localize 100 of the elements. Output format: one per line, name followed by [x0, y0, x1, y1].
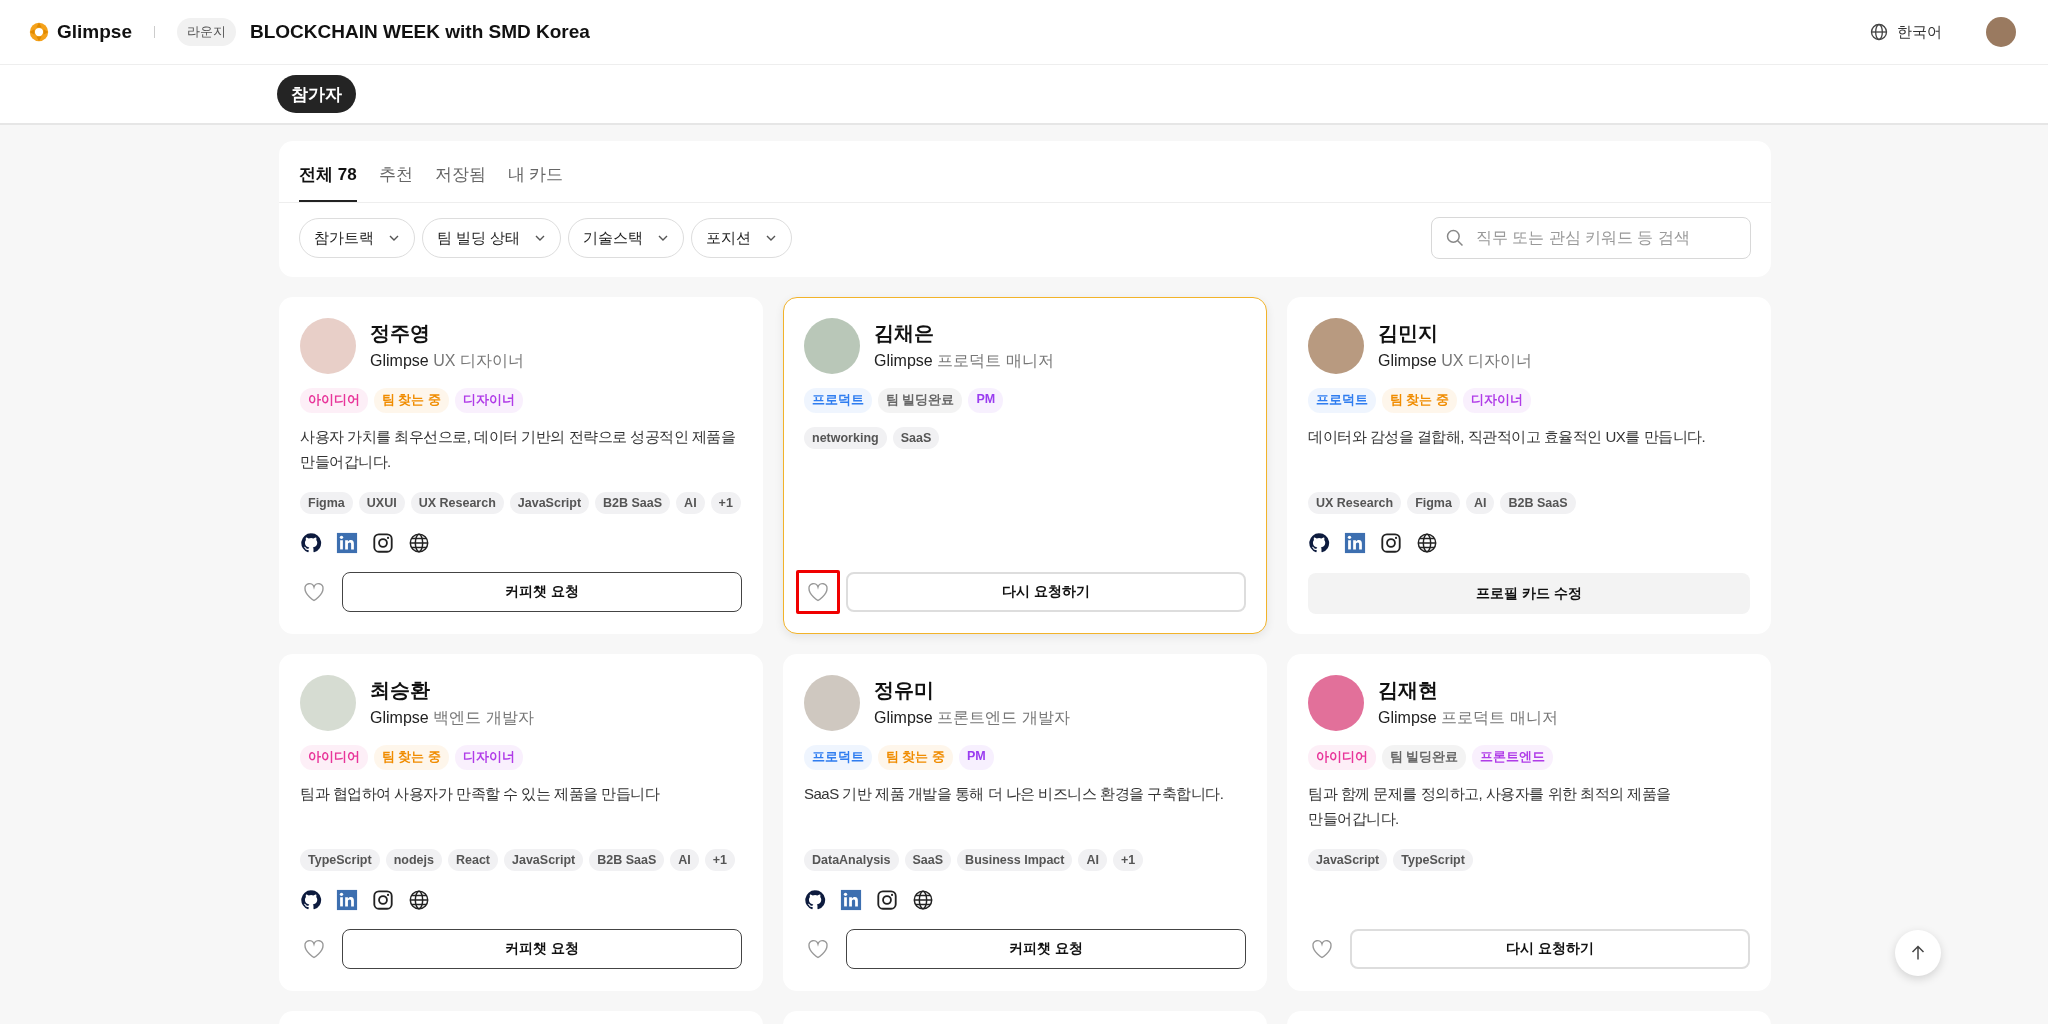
category-tag: 아이디어 [300, 745, 368, 770]
card-action-button[interactable]: 프로필 카드 수정 [1308, 573, 1750, 614]
skill-tag: Figma [300, 492, 353, 514]
category-tag: 팀 찾는 중 [374, 388, 449, 413]
skill-tag: UX Research [410, 492, 504, 514]
profile-card[interactable]: 정주영 Glimpse UX 디자이너 아이디어 팀 찾는 중 디자이너 사용자 가치를 최우선으로, 데이터 기반의 전략으로 성공적인 제품을 만들어갑니다. Figma UXUI UX Research JavaScript B2B SaaS AI +1 커피챗 요청 [279, 297, 763, 634]
category-tag: 아이디어 [300, 388, 368, 413]
skill-tag: TypeScript [300, 849, 380, 871]
tab[interactable]: 내 카드 [507, 163, 564, 202]
instagram-icon[interactable] [1380, 532, 1402, 554]
brand-name[interactable]: Glimpse [57, 21, 132, 43]
instagram-icon[interactable] [372, 889, 394, 911]
skill-tag: JavaScript [1308, 849, 1388, 871]
profile-card[interactable]: 최승환 Glimpse 백엔드 개발자 아이디어 팀 찾는 중 디자이너 팀과 협업하여 사용자가 만족할 수 있는 제품을 만듭니다 TypeScript nodejs React JavaScript B2B SaaS AI +1 커피챗 요청 [279, 654, 763, 991]
avatar [1308, 675, 1364, 731]
profile-card[interactable]: 김재현 Glimpse 프로덕트 매니저 아이디어 팀 빌딩완료 프론트엔드 팀과 함께 문제를 정의하고, 사용자를 위한 최적의 제품을 만들어갑니다. JavaScript TypeScript 다시 요청하기 [1287, 654, 1771, 991]
category-tag: 팀 빌딩완료 [878, 388, 963, 413]
skill-tag: SaaS [904, 849, 952, 871]
person-name: 최승환 [370, 678, 431, 703]
user-avatar[interactable] [1986, 17, 2016, 47]
filter-dropdown[interactable]: 기술스택 [568, 218, 685, 258]
person-role: Glimpse 프로덕트 매니저 [1378, 708, 1558, 728]
github-icon[interactable] [1308, 532, 1330, 554]
filter-dropdown[interactable]: 포지션 [691, 218, 793, 258]
skill-tag: Figma [1407, 492, 1460, 514]
github-icon[interactable] [300, 889, 322, 911]
category-tag: 프로덕트 [804, 388, 872, 413]
avatar [1308, 318, 1364, 374]
heart-icon [302, 937, 326, 961]
skill-tag: AI [676, 492, 705, 514]
avatar [300, 675, 356, 731]
category-tag: 아이디어 [1308, 745, 1376, 770]
skill-tag: +1 [704, 849, 736, 871]
tab[interactable]: 저장됨 [434, 163, 486, 202]
person-role: Glimpse UX 디자이너 [370, 351, 524, 371]
skill-tag: TypeScript [1393, 849, 1473, 871]
like-button[interactable] [796, 570, 840, 614]
linkedin-icon[interactable] [840, 889, 862, 911]
card-action-button[interactable]: 커피챗 요청 [846, 929, 1246, 969]
profile-card[interactable]: 김채은 Glimpse 프로덕트 매니저 프로덕트 팀 빌딩완료 PM networking SaaS 다시 요청하기 [783, 297, 1267, 634]
card-description: 사용자 가치를 최우선으로, 데이터 기반의 전략으로 성공적인 제품을 만들어갑니다. [300, 427, 737, 472]
person-name: 김채은 [874, 321, 935, 346]
globe-icon[interactable] [408, 889, 430, 911]
category-tag: 팀 빌딩완료 [1382, 745, 1467, 770]
skill-tag: +1 [710, 492, 741, 514]
person-role: Glimpse 프론트엔드 개발자 [874, 708, 1070, 728]
github-icon[interactable] [804, 889, 826, 911]
filter-dropdown[interactable]: 팀 빌딩 상태 [422, 218, 562, 258]
linkedin-icon[interactable] [336, 889, 358, 911]
globe-icon[interactable] [408, 532, 430, 554]
filter-dropdown[interactable]: 참가트랙 [299, 218, 415, 258]
category-tag: PM [958, 745, 994, 770]
skill-tag: UX Research [1308, 492, 1402, 514]
skill-tag: B2B SaaS [595, 492, 671, 514]
section-label[interactable]: 라운지 [177, 18, 236, 46]
instagram-icon[interactable] [876, 889, 898, 911]
person-name: 정유미 [874, 678, 935, 703]
person-role: Glimpse 프로덕트 매니저 [874, 351, 1054, 371]
skill-tag: nodejs [385, 849, 442, 871]
person-name: 김민지 [1378, 321, 1439, 346]
card-description: 팀과 함께 문제를 정의하고, 사용자를 위한 최적의 제품을 만들어갑니다. [1308, 784, 1672, 829]
tab[interactable]: 추천 [378, 163, 413, 202]
category-tag: 팀 찾는 중 [878, 745, 953, 770]
linkedin-icon[interactable] [336, 532, 358, 554]
card-description: 데이터와 감성을 결합해, 직관적이고 효율적인 UX를 만듭니다. [1308, 427, 1707, 447]
skill-tag: Business Impact [957, 849, 1073, 871]
card-description: 팀과 협업하여 사용자가 만족할 수 있는 제품을 만듭니다 [300, 784, 661, 804]
category-tag: 디자이너 [454, 388, 523, 413]
skill-tag: AI [670, 849, 699, 871]
skill-tag: AI [1078, 849, 1107, 871]
instagram-icon[interactable] [372, 532, 394, 554]
category-tag: 디자이너 [454, 745, 523, 770]
avatar [804, 675, 860, 731]
avatar [300, 318, 356, 374]
card-action-button[interactable]: 다시 요청하기 [1350, 929, 1750, 969]
heart-icon [1310, 937, 1334, 961]
skill-tag: AI [1465, 492, 1495, 514]
linkedin-icon[interactable] [1344, 532, 1366, 554]
skill-tag: networking [804, 427, 887, 449]
nav-tab[interactable]: 참가자 [277, 75, 356, 113]
search-field[interactable]: 직무 또는 관심 키워드 등 검색 [1431, 217, 1751, 259]
tab[interactable]: 전체 78 [299, 163, 357, 202]
skill-tag: JavaScript [504, 849, 584, 871]
profile-card[interactable]: 정유미 Glimpse 프론트엔드 개발자 프로덕트 팀 찾는 중 PM SaaS 기반 제품 개발을 통해 더 나은 비즈니스 환경을 구축합니다. DataAnalysis SaaS Business Impact AI +1 커피챗 요청 [783, 654, 1267, 991]
globe-icon[interactable] [912, 889, 934, 911]
card-action-button[interactable]: 커피챗 요청 [342, 929, 742, 969]
globe-icon[interactable] [1416, 532, 1438, 554]
scroll-to-top-button[interactable] [1895, 930, 1941, 976]
card-action-button[interactable]: 커피챗 요청 [342, 572, 742, 612]
globe-icon [1869, 22, 1889, 42]
github-icon[interactable] [300, 532, 322, 554]
heart-icon [302, 580, 326, 604]
card-action-button[interactable]: 다시 요청하기 [846, 572, 1246, 612]
skill-tag: B2B SaaS [1500, 492, 1576, 514]
category-tag: 팀 찾는 중 [374, 745, 449, 770]
skill-tag: SaaS [892, 427, 940, 449]
skill-tag: React [447, 849, 498, 871]
language-button[interactable]: 한국어 [1863, 21, 1948, 43]
skill-tag: B2B SaaS [589, 849, 665, 871]
profile-card[interactable]: 김민지 Glimpse UX 디자이너 프로덕트 팀 찾는 중 디자이너 데이터와 감성을 결합해, 직관적이고 효율적인 UX를 만듭니다. UX Research Figma AI B2B SaaS 프로필 카드 수정 [1287, 297, 1771, 634]
